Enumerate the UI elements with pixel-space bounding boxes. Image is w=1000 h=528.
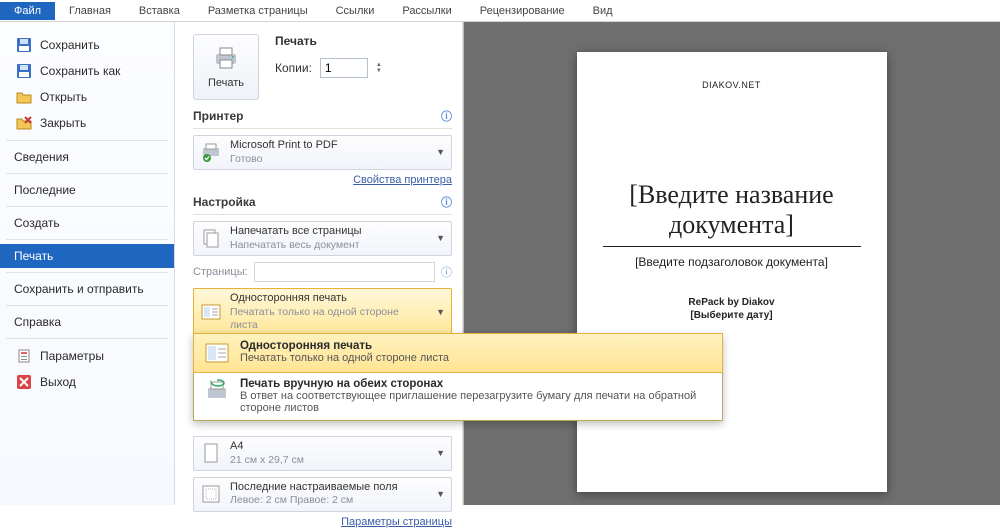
copies-input[interactable] <box>320 58 368 78</box>
file-save-as-label: Сохранить как <box>40 64 120 78</box>
printer-status: Готово <box>230 153 424 166</box>
file-save-label: Сохранить <box>40 38 100 52</box>
file-open-label: Открыть <box>40 90 87 104</box>
file-recent[interactable]: Последние <box>0 178 174 202</box>
duplex-option-manual[interactable]: Печать вручную на обеих сторонах В ответ… <box>194 372 722 420</box>
file-help-label: Справка <box>14 315 61 329</box>
print-button[interactable]: Печать <box>193 34 259 100</box>
paper-sub: 21 см x 29,7 см <box>230 454 424 467</box>
tab-mailings[interactable]: Рассылки <box>388 2 465 20</box>
file-info[interactable]: Сведения <box>0 145 174 169</box>
file-new[interactable]: Создать <box>0 211 174 235</box>
save-as-icon <box>16 63 32 79</box>
chevron-down-icon: ▼ <box>436 448 445 458</box>
print-scope-dropdown[interactable]: Напечатать все страницы Напечатать весь … <box>193 221 452 256</box>
paper-main: A4 <box>230 440 424 454</box>
paper-icon <box>200 442 222 464</box>
margins-main: Последние настраиваемые поля <box>230 481 424 495</box>
preview-subtitle: [Введите подзаголовок документа] <box>603 255 861 269</box>
single-side-icon <box>200 301 222 323</box>
file-print[interactable]: Печать <box>0 244 174 268</box>
tab-review[interactable]: Рецензирование <box>466 2 579 20</box>
copies-label: Копии: <box>275 61 312 75</box>
file-recent-label: Последние <box>14 183 76 197</box>
file-options[interactable]: Параметры <box>0 343 174 369</box>
save-icon <box>16 37 32 53</box>
file-save[interactable]: Сохранить <box>0 32 174 58</box>
printer-icon <box>212 46 240 73</box>
file-new-label: Создать <box>14 216 60 230</box>
file-menu: Сохранить Сохранить как Открыть Закрыть … <box>0 22 175 505</box>
print-button-label: Печать <box>208 77 244 89</box>
chevron-down-icon: ▼ <box>436 233 445 243</box>
duplex-menu: Односторонняя печать Печатать только на … <box>193 333 723 421</box>
margins-sub: Левое: 2 см Правое: 2 см <box>230 494 424 507</box>
opt1-sub: Печатать только на одной стороне листа <box>240 352 449 364</box>
tab-references[interactable]: Ссылки <box>322 2 389 20</box>
preview-header: DIAKOV.NET <box>603 80 861 90</box>
print-panel: Печать Печать Копии: ▲▼ Принтер ⓘ Micros… <box>175 22 463 505</box>
file-help[interactable]: Справка <box>0 310 174 334</box>
duplex-sub: Печатать только на одной стороне листа <box>230 306 424 332</box>
manual-duplex-icon <box>204 378 230 404</box>
open-icon <box>16 89 32 105</box>
preview-footer2: [Выберите дату] <box>603 310 861 321</box>
close-icon <box>16 115 32 131</box>
duplex-main: Односторонняя печать <box>230 292 424 306</box>
printer-status-icon <box>200 141 222 163</box>
preview-page: DIAKOV.NET [Введите название документа] … <box>577 52 887 492</box>
chevron-down-icon: ▼ <box>436 489 445 499</box>
printer-dropdown[interactable]: Microsoft Print to PDF Готово ▼ <box>193 135 452 170</box>
pages-label: Страницы: <box>193 266 248 278</box>
file-exit-label: Выход <box>40 375 76 389</box>
info-icon[interactable]: ⓘ <box>441 264 452 280</box>
pages-input[interactable] <box>254 262 435 282</box>
printer-name: Microsoft Print to PDF <box>230 139 424 153</box>
file-options-label: Параметры <box>40 349 104 363</box>
file-save-send[interactable]: Сохранить и отправить <box>0 277 174 301</box>
scope-main: Напечатать все страницы <box>230 225 424 239</box>
settings-section-title: Настройка ⓘ <box>193 194 452 215</box>
file-info-label: Сведения <box>14 150 69 164</box>
file-print-label: Печать <box>14 249 53 263</box>
preview-title: [Введите название документа] <box>603 180 861 240</box>
margins-dropdown[interactable]: Последние настраиваемые поля Левое: 2 см… <box>193 477 452 512</box>
printer-section-title: Принтер ⓘ <box>193 108 452 129</box>
chevron-down-icon: ▼ <box>436 307 445 317</box>
printer-properties-link[interactable]: Свойства принтера <box>353 174 452 186</box>
file-open[interactable]: Открыть <box>0 84 174 110</box>
scope-sub: Напечатать весь документ <box>230 239 424 252</box>
page-setup-link[interactable]: Параметры страницы <box>341 516 452 528</box>
file-save-as[interactable]: Сохранить как <box>0 58 174 84</box>
file-save-send-label: Сохранить и отправить <box>14 282 144 296</box>
tab-page-layout[interactable]: Разметка страницы <box>194 2 322 20</box>
margins-icon <box>200 483 222 505</box>
opt1-title: Односторонняя печать <box>240 340 449 352</box>
preview-footer1: RePack by Diakov <box>603 297 861 308</box>
print-preview: DIAKOV.NET [Введите название документа] … <box>463 22 1000 505</box>
duplex-dropdown[interactable]: Односторонняя печать Печатать только на … <box>193 288 452 336</box>
tab-file[interactable]: Файл <box>0 2 55 20</box>
chevron-down-icon: ▼ <box>436 147 445 157</box>
single-side-icon <box>204 340 230 366</box>
exit-icon <box>16 374 32 390</box>
file-exit[interactable]: Выход <box>0 369 174 395</box>
options-icon <box>16 348 32 364</box>
file-close-label: Закрыть <box>40 116 86 130</box>
file-close[interactable]: Закрыть <box>0 110 174 136</box>
opt2-sub: В ответ на соответствующее приглашение п… <box>240 390 696 414</box>
duplex-option-single[interactable]: Односторонняя печать Печатать только на … <box>193 333 723 373</box>
tab-home[interactable]: Главная <box>55 2 125 20</box>
opt2-title: Печать вручную на обеих сторонах <box>240 378 712 390</box>
pages-icon <box>200 227 222 249</box>
tab-insert[interactable]: Вставка <box>125 2 194 20</box>
paper-dropdown[interactable]: A4 21 см x 29,7 см ▼ <box>193 436 452 471</box>
tab-view[interactable]: Вид <box>579 2 627 20</box>
print-section-title: Печать <box>275 34 382 48</box>
info-icon[interactable]: ⓘ <box>441 194 452 210</box>
spinner-icon[interactable]: ▲▼ <box>376 62 382 74</box>
ribbon-tabs: Файл Главная Вставка Разметка страницы С… <box>0 0 1000 22</box>
info-icon[interactable]: ⓘ <box>441 108 452 124</box>
